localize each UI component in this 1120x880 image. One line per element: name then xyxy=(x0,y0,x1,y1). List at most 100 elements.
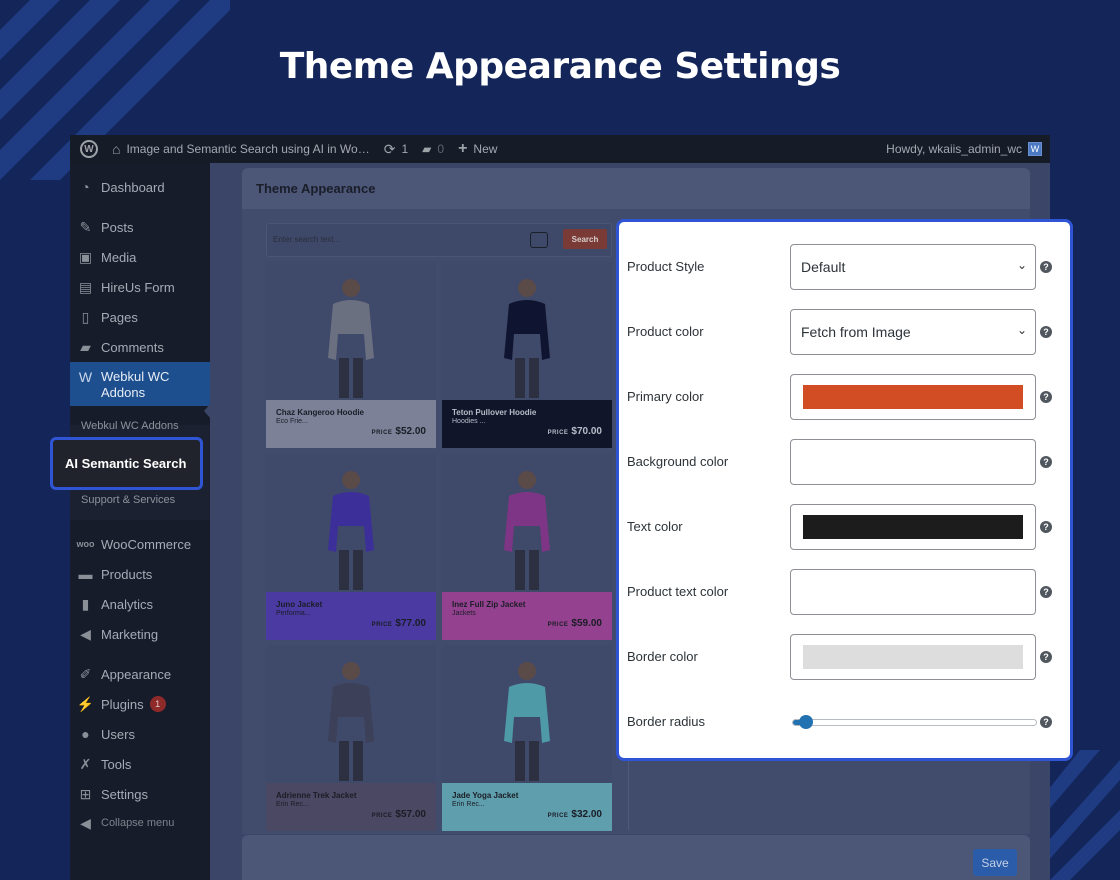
slider-thumb[interactable] xyxy=(799,715,813,729)
sidebar-item-tools[interactable]: ✗ Tools xyxy=(70,753,210,775)
product-category: Erin Rec... xyxy=(276,801,309,808)
updates-count: 1 xyxy=(401,142,409,156)
bar-chart-icon: ▮ xyxy=(81,595,90,612)
setting-label: Product text color xyxy=(627,584,729,599)
search-button[interactable]: Search xyxy=(563,229,607,249)
price-value: $70.00 xyxy=(571,426,602,437)
setting-row-border-color: Border color? xyxy=(619,634,1070,680)
appearance-settings-panel: Product Style Default ⌄? Product color Fetch… xyxy=(616,219,1073,761)
sidebar-item-pages[interactable]: ▯ Pages xyxy=(70,306,210,328)
price-label: PRICE xyxy=(371,813,393,819)
my-account-link[interactable]: Howdy, wkaiis_admin_wc W xyxy=(886,135,1042,163)
price-label: PRICE xyxy=(547,430,569,436)
text-color-picker[interactable] xyxy=(790,504,1036,550)
sidebar-item-label: Marketing xyxy=(101,626,159,642)
sidebar-item-dashboard[interactable]: ◔ Dashboard xyxy=(70,176,210,198)
home-icon: ⌂ xyxy=(112,141,121,157)
save-button[interactable]: Save xyxy=(973,849,1017,876)
product-figure xyxy=(504,279,550,398)
comments-link[interactable]: ▰ 0 xyxy=(422,142,444,156)
setting-label: Border color xyxy=(627,649,698,664)
site-name-link[interactable]: ⌂ Image and Semantic Search using AI in … xyxy=(112,141,370,157)
product-price: PRICE $59.00 xyxy=(548,618,602,629)
product-name: Inez Full Zip Jacket xyxy=(452,600,526,609)
new-content-link[interactable]: + New xyxy=(458,140,497,158)
settings-icon: ⊞ xyxy=(79,785,92,802)
price-value: $77.00 xyxy=(395,618,426,629)
price-label: PRICE xyxy=(547,622,569,628)
sidebar-item-marketing[interactable]: ◀ Marketing xyxy=(70,623,210,645)
product-price: PRICE $32.00 xyxy=(548,809,602,820)
setting-row-border-radius: Border radius? xyxy=(619,699,1070,745)
sidebar-item-label: Posts xyxy=(101,219,134,235)
help-icon[interactable]: ? xyxy=(1040,586,1052,598)
sidebar-item-label: Analytics xyxy=(101,596,154,612)
product-info: Jade Yoga Jacket Erin Rec... PRICE $32.00 xyxy=(442,783,612,831)
product-text-color-picker[interactable] xyxy=(790,569,1036,615)
chevron-down-icon: ⌄ xyxy=(1016,258,1027,272)
sidebar-item-appearance[interactable]: ✐ Appearance xyxy=(70,663,210,685)
sidebar-item-hireus-form[interactable]: ▤ HireUs Form xyxy=(70,276,210,298)
product-card[interactable]: Adrienne Trek Jacket Erin Rec... PRICE $57.… xyxy=(266,645,436,831)
product-card[interactable]: Teton Pullover Hoodie Hoodies ... PRICE $70… xyxy=(442,262,612,448)
sidebar-item-woocommerce[interactable]: woo WooCommerce xyxy=(70,533,210,555)
submenu-item-ai-semantic-search[interactable]: AI Semantic Search xyxy=(50,437,203,490)
product-image xyxy=(266,262,436,400)
setting-row-background-color: Background color? xyxy=(619,439,1070,485)
sidebar-item-plugins[interactable]: ⚡ Plugins 1 xyxy=(70,693,210,715)
help-icon[interactable]: ? xyxy=(1040,456,1052,468)
sidebar-item-label: HireUs Form xyxy=(101,279,175,295)
help-icon[interactable]: ? xyxy=(1040,716,1052,728)
sidebar-item-products[interactable]: ▬ Products xyxy=(70,563,210,585)
help-icon[interactable]: ? xyxy=(1040,521,1052,533)
new-label: New xyxy=(473,142,498,156)
border-color-picker[interactable] xyxy=(790,634,1036,680)
product-price: PRICE $77.00 xyxy=(372,618,426,629)
setting-row-text-color: Text color? xyxy=(619,504,1070,550)
admin-sidebar: ◔ Dashboard ✎ Posts ▣ Media ▤ HireUs For… xyxy=(70,163,211,880)
pin-icon: ✎ xyxy=(79,218,92,235)
search-preview: Enter search text... Search Chaz Kangero… xyxy=(264,220,614,831)
sidebar-item-settings[interactable]: ⊞ Settings xyxy=(70,783,210,805)
submenu-item-support-services[interactable]: Support & Services xyxy=(81,494,175,506)
sidebar-item-users[interactable]: ● Users xyxy=(70,723,210,745)
help-icon[interactable]: ? xyxy=(1040,391,1052,403)
product-card[interactable]: Inez Full Zip Jacket Jackets PRICE $59.00 xyxy=(442,454,612,640)
product-card[interactable]: Chaz Kangeroo Hoodie Eco Frie... PRICE $52.… xyxy=(266,262,436,448)
price-label: PRICE xyxy=(547,813,569,819)
background-color-picker[interactable] xyxy=(790,439,1036,485)
product-info: Chaz Kangeroo Hoodie Eco Frie... PRICE $52.… xyxy=(266,400,436,448)
updates-link[interactable]: ⟳ 1 xyxy=(384,141,408,158)
submenu-item-webkul-wc-addons[interactable]: Webkul WC Addons xyxy=(81,420,179,432)
comment-icon: ▰ xyxy=(80,338,91,355)
sidebar-item-label: Media xyxy=(101,249,137,265)
product-info: Teton Pullover Hoodie Hoodies ... PRICE $70… xyxy=(442,400,612,448)
primary-color-picker[interactable] xyxy=(790,374,1036,420)
sidebar-item-label: WooCommerce xyxy=(101,536,192,552)
wp-logo-menu[interactable]: W xyxy=(80,140,98,158)
help-icon[interactable]: ? xyxy=(1040,326,1052,338)
product-color-select[interactable]: Fetch from Image ⌄ xyxy=(790,309,1036,355)
sidebar-item-comments[interactable]: ▰ Comments xyxy=(70,336,210,358)
product-style-select[interactable]: Default ⌄ xyxy=(790,244,1036,290)
section-header: Theme Appearance xyxy=(242,168,1030,209)
color-swatch xyxy=(803,580,1023,604)
help-icon[interactable]: ? xyxy=(1040,651,1052,663)
collapse-icon: ◀ xyxy=(80,814,91,831)
product-card[interactable]: Jade Yoga Jacket Erin Rec... PRICE $32.00 xyxy=(442,645,612,831)
product-price: PRICE $57.00 xyxy=(372,809,426,820)
sidebar-item-posts[interactable]: ✎ Posts xyxy=(70,216,210,238)
product-card[interactable]: Juno Jacket Performa... PRICE $77.00 xyxy=(266,454,436,640)
webkul-icon: W xyxy=(78,369,93,385)
border-radius-slider[interactable] xyxy=(792,719,1037,726)
image-search-icon[interactable] xyxy=(530,232,548,248)
sidebar-item-label: Users xyxy=(101,726,135,742)
setting-label: Text color xyxy=(627,519,683,534)
sidebar-item-webkul-wc-addons[interactable]: W Webkul WC Addons xyxy=(70,362,210,406)
product-price: PRICE $70.00 xyxy=(548,426,602,437)
sidebar-item-analytics[interactable]: ▮ Analytics xyxy=(70,593,210,615)
sidebar-item-media[interactable]: ▣ Media xyxy=(70,246,210,268)
help-icon[interactable]: ? xyxy=(1040,261,1052,273)
price-value: $52.00 xyxy=(395,426,426,437)
collapse-menu-button[interactable]: ◀ Collapse menu xyxy=(70,812,210,834)
